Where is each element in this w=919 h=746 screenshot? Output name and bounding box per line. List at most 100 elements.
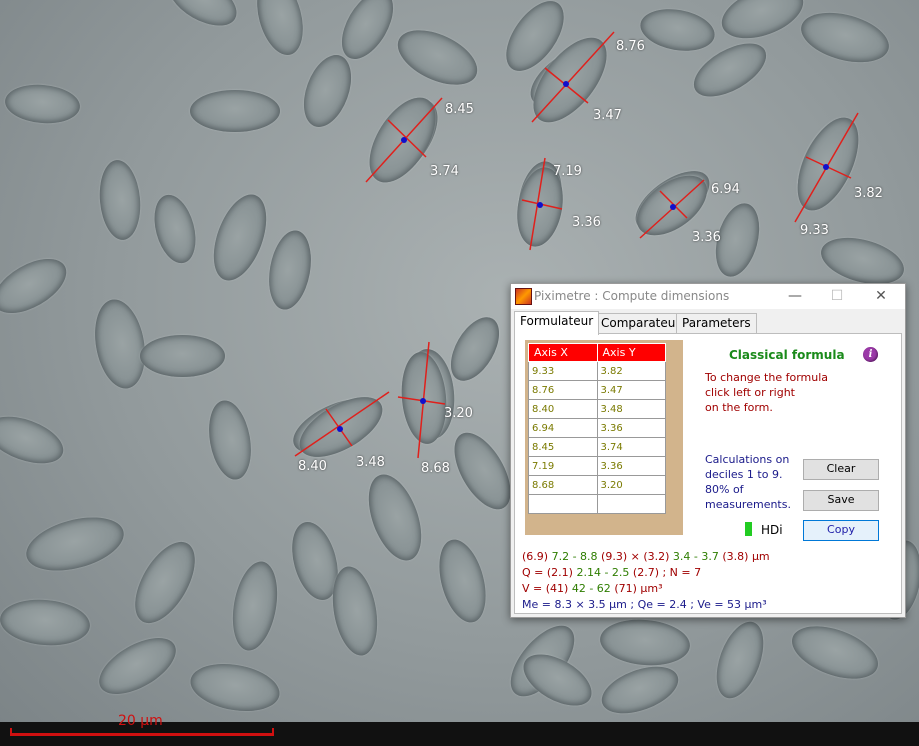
center-dot — [420, 398, 426, 404]
measurement-label: 7.19 — [553, 164, 582, 179]
center-dot — [337, 426, 343, 432]
result-q-line: Q = (2.1) 2.14 - 2.5 (2.7) ; N = 7 — [522, 566, 701, 579]
column-header-axis-x: Axis X — [528, 343, 598, 362]
tab-bar: Formulateur Comparateur Parameters — [514, 311, 902, 335]
result-v-unit: µm³ — [640, 582, 663, 595]
center-dot — [537, 202, 543, 208]
window-title: Piximetre : Compute dimensions — [534, 289, 730, 303]
measurement-label: 3.82 — [854, 186, 883, 201]
title-bar[interactable]: Piximetre : Compute dimensions — ☐ ✕ — [511, 284, 905, 309]
table-row[interactable]: 8.76 3.47 — [528, 380, 666, 400]
table-row[interactable]: 8.40 3.48 — [528, 399, 666, 419]
measurement-label: 8.45 — [445, 102, 474, 117]
measurement-label: 8.76 — [616, 39, 645, 54]
scale-bar-tick — [272, 728, 274, 736]
formula-title[interactable]: Classical formula — [729, 348, 845, 362]
result-v-range: 42 - 62 — [571, 582, 611, 595]
info-icon[interactable]: i — [863, 347, 878, 362]
calculation-note: Calculations on — [705, 453, 790, 466]
result-q-range: 2.14 - 2.5 — [576, 566, 630, 579]
hdi-indicator[interactable] — [745, 522, 752, 536]
result-q-max: (2.7) — [632, 566, 659, 579]
result-q-label: Q = — [522, 566, 547, 579]
axis-x-cell[interactable]: 8.68 — [528, 475, 598, 495]
axis-y-cell[interactable]: 3.47 — [596, 380, 666, 400]
close-button[interactable]: ✕ — [861, 284, 901, 309]
axis-y-cell[interactable]: 3.36 — [596, 418, 666, 438]
formulateur-panel[interactable]: Axis X Axis Y 9.33 3.82 8.76 3.47 8.40 3.48… — [514, 333, 902, 614]
scale-bar-tick — [10, 728, 12, 736]
formula-hint-line: on the form. — [705, 401, 773, 414]
measurement-label: 8.68 — [421, 461, 450, 476]
table-row[interactable]: 9.33 3.82 — [528, 361, 666, 381]
center-dot — [401, 137, 407, 143]
axis-x-cell[interactable]: 8.45 — [528, 437, 598, 457]
result-n: ; N = 7 — [662, 566, 702, 579]
result-size-range-x: 7.2 - 8.8 — [551, 550, 598, 563]
table-row[interactable] — [528, 494, 666, 514]
result-v-line: V = (41) 42 - 62 (71) µm³ — [522, 582, 663, 595]
result-size-min: (6.9) — [522, 550, 549, 563]
measurements-table[interactable]: Axis X Axis Y 9.33 3.82 8.76 3.47 8.40 3.48… — [528, 343, 666, 514]
compute-dimensions-window[interactable]: Piximetre : Compute dimensions — ☐ ✕ For… — [510, 283, 906, 618]
measurement-label: 3.20 — [444, 406, 473, 421]
result-v-label: V = — [522, 582, 546, 595]
axis-x-cell[interactable]: 9.33 — [528, 361, 598, 381]
axis-x-cell[interactable]: 8.76 — [528, 380, 598, 400]
calculation-note: 80% of — [705, 483, 744, 496]
result-v-min: (41) — [545, 582, 569, 595]
result-size-min-y: (3.2) — [643, 550, 670, 563]
app-icon — [515, 288, 532, 305]
scale-bar-label: 20 µm — [118, 713, 163, 729]
measurement-label: 9.33 — [800, 223, 829, 238]
result-means-line: Me = 8.3 × 3.5 µm ; Qe = 2.4 ; Ve = 53 µ… — [522, 598, 767, 611]
hdi-label: HDi — [761, 523, 783, 537]
tab-parameters[interactable]: Parameters — [676, 313, 757, 334]
measurement-label: 3.47 — [593, 108, 622, 123]
measurement-label: 3.36 — [692, 230, 721, 245]
center-dot — [823, 164, 829, 170]
column-header-axis-y: Axis Y — [596, 343, 666, 362]
formula-hint-line: To change the formula — [705, 371, 829, 384]
result-size-max: (9.3) — [601, 550, 628, 563]
tab-comparateur[interactable]: Comparateur — [595, 313, 687, 334]
scale-bar — [10, 733, 274, 736]
axis-y-cell[interactable]: 3.36 — [596, 456, 666, 476]
result-v-max: (71) — [614, 582, 637, 595]
axis-y-cell[interactable]: 3.74 — [596, 437, 666, 457]
axis-x-line — [294, 391, 390, 457]
result-size-range-y: 3.4 - 3.7 — [672, 550, 719, 563]
copy-button[interactable]: Copy — [803, 520, 879, 541]
axis-y-cell[interactable]: 3.20 — [596, 475, 666, 495]
result-size-times: × — [630, 550, 640, 563]
clear-button[interactable]: Clear — [803, 459, 879, 480]
measurement-label: 6.94 — [711, 182, 740, 197]
table-row[interactable]: 7.19 3.36 — [528, 456, 666, 476]
result-size-line: (6.9) 7.2 - 8.8 (9.3) × (3.2) 3.4 - 3.7 … — [522, 550, 770, 563]
axis-x-cell[interactable]: 7.19 — [528, 456, 598, 476]
formula-hint-line: click left or right — [705, 386, 795, 399]
table-row[interactable]: 8.68 3.20 — [528, 475, 666, 495]
result-size-max-y: (3.8) — [722, 550, 749, 563]
tab-formulateur[interactable]: Formulateur — [514, 311, 600, 335]
measurement-label: 3.36 — [572, 215, 601, 230]
axis-x-cell[interactable] — [528, 494, 598, 514]
result-q-min: (2.1) — [546, 566, 573, 579]
axis-x-cell[interactable]: 8.40 — [528, 399, 598, 419]
center-dot — [670, 204, 676, 210]
axis-y-cell[interactable]: 3.48 — [596, 399, 666, 419]
measurement-label: 3.48 — [356, 455, 385, 470]
minimize-button[interactable]: — — [775, 284, 815, 309]
axis-x-cell[interactable]: 6.94 — [528, 418, 598, 438]
save-button[interactable]: Save — [803, 490, 879, 511]
table-row[interactable]: 6.94 3.36 — [528, 418, 666, 438]
maximize-button[interactable]: ☐ — [817, 284, 857, 309]
table-row[interactable]: 8.45 3.74 — [528, 437, 666, 457]
axis-y-cell[interactable]: 3.82 — [596, 361, 666, 381]
center-dot — [563, 81, 569, 87]
calculation-note: deciles 1 to 9. — [705, 468, 783, 481]
measurement-label: 8.40 — [298, 459, 327, 474]
axis-y-cell[interactable] — [596, 494, 666, 514]
measurement-label: 3.74 — [430, 164, 459, 179]
calculation-note: measurements. — [705, 498, 791, 511]
